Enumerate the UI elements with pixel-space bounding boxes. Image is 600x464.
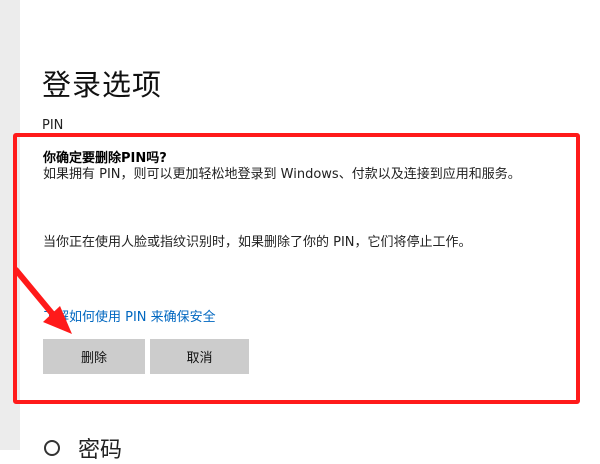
biometric-warning-text: 当你正在使用人脸或指纹识别时，如果删除了你的 PIN，它们将停止工作。: [43, 235, 472, 250]
learn-pin-security-link[interactable]: 了解如何使用 PIN 来确保安全: [43, 306, 216, 325]
password-section-label: 密码: [78, 438, 123, 463]
pin-benefit-text: 如果拥有 PIN，则可以更加轻松地登录到 Windows、付款以及连接到应用和服…: [43, 167, 521, 182]
pin-section-label: PIN: [42, 118, 64, 133]
cancel-button[interactable]: 取消: [150, 339, 249, 374]
page-title: 登录选项: [42, 68, 163, 102]
delete-pin-button[interactable]: 删除: [43, 339, 145, 374]
key-icon: [44, 440, 60, 456]
